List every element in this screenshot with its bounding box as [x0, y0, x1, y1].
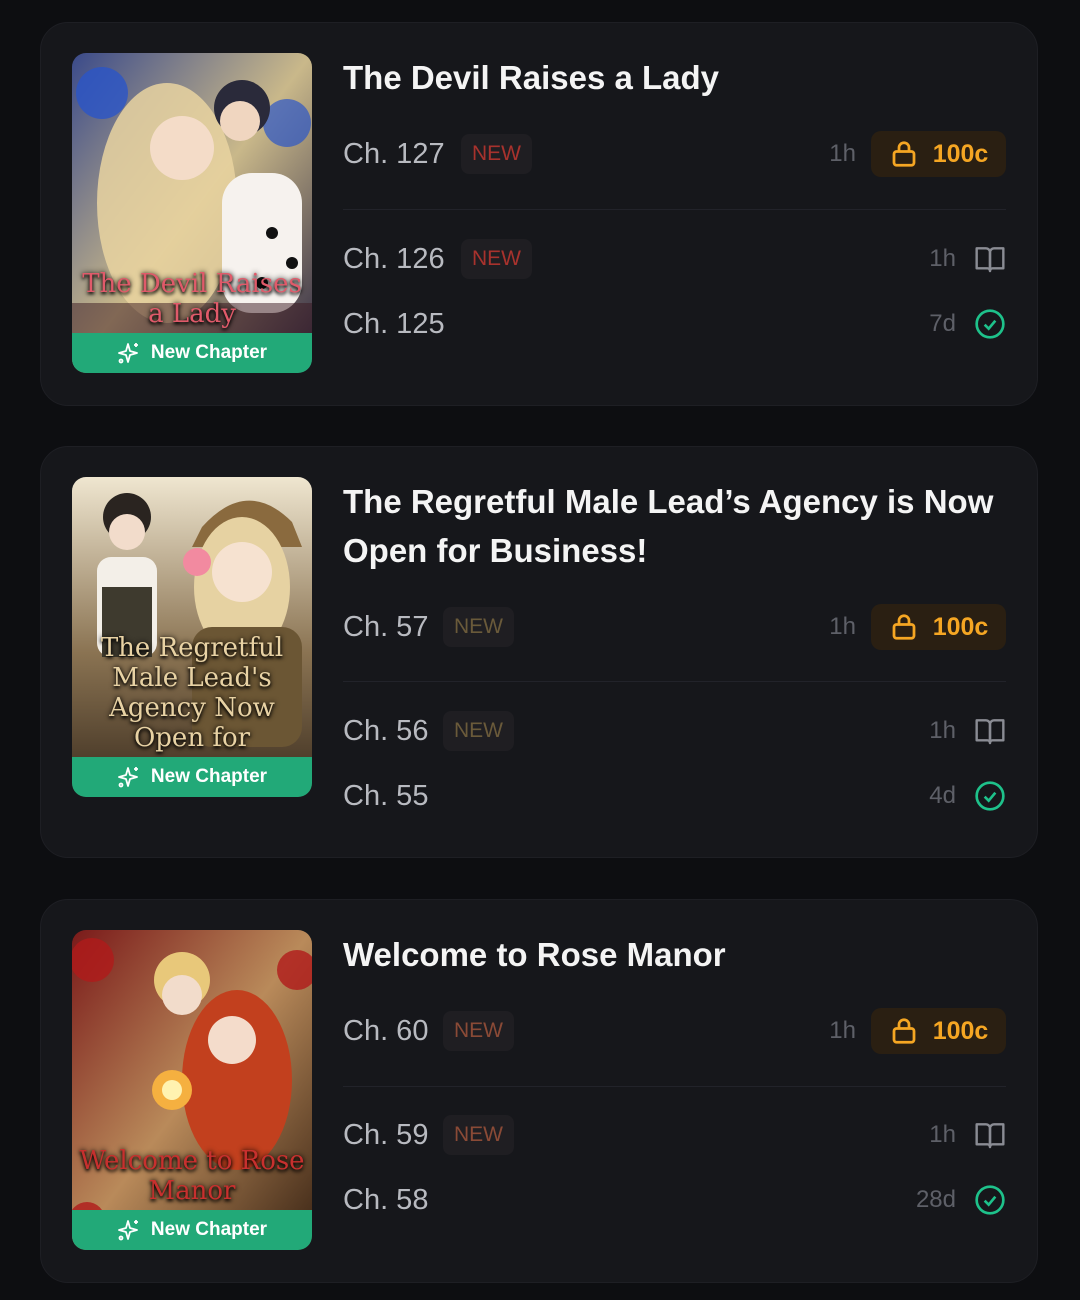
- series-card[interactable]: The Regretful Male Lead's Agency Now Ope…: [40, 446, 1038, 858]
- chapter-label: Ch. 125: [343, 308, 445, 340]
- chapter-row[interactable]: Ch. 126 NEW 1h: [343, 236, 1006, 282]
- chapter-label: Ch. 59: [343, 1119, 429, 1151]
- series-card[interactable]: Welcome to Rose Manor New Chapter Welcom…: [40, 899, 1038, 1283]
- divider: [343, 209, 1006, 210]
- new-tag: NEW: [443, 1115, 514, 1155]
- sparkles-icon: [118, 767, 138, 788]
- series-card[interactable]: The Devil Raises a Lady New Chapter The …: [40, 22, 1038, 406]
- new-tag: NEW: [443, 711, 514, 751]
- chapter-time: 1h: [829, 613, 856, 640]
- book-open-icon: [975, 1123, 1005, 1149]
- check-circle-icon: [975, 1185, 1005, 1215]
- new-chapter-badge: New Chapter: [72, 757, 312, 797]
- sparkles-icon: [118, 343, 138, 364]
- chapter-row[interactable]: Ch. 55 4d: [343, 773, 1006, 819]
- check-circle-icon: [975, 309, 1005, 339]
- badge-label: New Chapter: [150, 766, 268, 787]
- chapter-label: Ch. 56: [343, 715, 429, 747]
- divider: [343, 681, 1006, 682]
- badge-label: New Chapter: [150, 1219, 268, 1240]
- book-open-icon: [975, 719, 1005, 745]
- chapter-time: 4d: [929, 782, 956, 809]
- check-circle-icon: [975, 781, 1005, 811]
- chapter-row[interactable]: Ch. 59 NEW 1h: [343, 1112, 1006, 1158]
- lock-icon: [892, 614, 916, 640]
- series-cover[interactable]: Welcome to Rose Manor New Chapter: [72, 930, 312, 1250]
- series-title[interactable]: Welcome to Rose Manor: [343, 930, 997, 979]
- chapter-time: 1h: [929, 717, 956, 744]
- chapter-label: Ch. 57: [343, 611, 429, 643]
- new-tag: NEW: [443, 607, 514, 647]
- cover-title: The Devil Raises a Lady: [82, 269, 302, 329]
- unlock-price-button[interactable]: 100c: [871, 604, 1006, 650]
- chapter-time: 28d: [915, 1186, 956, 1213]
- chapter-time: 1h: [929, 1121, 956, 1148]
- chapter-label: Ch. 55: [343, 780, 429, 812]
- chapter-label: Ch. 126: [343, 243, 445, 275]
- price-label: 100c: [932, 1016, 989, 1045]
- series-title[interactable]: The Regretful Male Lead’s Agency is Now …: [343, 477, 997, 575]
- series-cover[interactable]: The Regretful Male Lead's Agency Now Ope…: [72, 477, 312, 797]
- new-chapter-badge: New Chapter: [72, 1210, 312, 1250]
- cover-title: Welcome to Rose Manor: [79, 1146, 305, 1206]
- chapter-row[interactable]: Ch. 56 NEW 1h: [343, 708, 1006, 754]
- new-tag: NEW: [443, 1011, 514, 1051]
- chapter-row[interactable]: Ch. 57 NEW 1h 100c: [343, 604, 1006, 650]
- lock-icon: [892, 141, 916, 167]
- new-tag: NEW: [461, 239, 532, 279]
- price-label: 100c: [932, 139, 989, 168]
- series-cover[interactable]: The Devil Raises a Lady New Chapter: [72, 53, 312, 373]
- sparkles-icon: [118, 1220, 138, 1241]
- chapter-time: 7d: [929, 310, 956, 337]
- new-tag: NEW: [461, 134, 532, 174]
- chapter-time: 1h: [829, 140, 856, 167]
- cover-title: The Regretful Male Lead's Agency Now Ope…: [100, 633, 284, 753]
- series-title[interactable]: The Devil Raises a Lady: [343, 53, 997, 102]
- chapter-label: Ch. 60: [343, 1015, 429, 1047]
- new-chapter-badge: New Chapter: [72, 333, 312, 373]
- divider: [343, 1086, 1006, 1087]
- chapter-row[interactable]: Ch. 127 NEW 1h 100c: [343, 131, 1006, 177]
- chapter-row[interactable]: Ch. 58 28d: [343, 1177, 1006, 1223]
- chapter-row[interactable]: Ch. 60 NEW 1h 100c: [343, 1008, 1006, 1054]
- chapter-label: Ch. 127: [343, 138, 445, 170]
- unlock-price-button[interactable]: 100c: [871, 1008, 1006, 1054]
- lock-icon: [892, 1018, 916, 1044]
- chapter-row[interactable]: Ch. 125 7d: [343, 301, 1006, 347]
- unlock-price-button[interactable]: 100c: [871, 131, 1006, 177]
- book-open-icon: [975, 247, 1005, 273]
- chapter-label: Ch. 58: [343, 1184, 429, 1216]
- price-label: 100c: [932, 612, 989, 641]
- badge-label: New Chapter: [150, 342, 268, 363]
- chapter-time: 1h: [929, 245, 956, 272]
- chapter-time: 1h: [829, 1017, 856, 1044]
